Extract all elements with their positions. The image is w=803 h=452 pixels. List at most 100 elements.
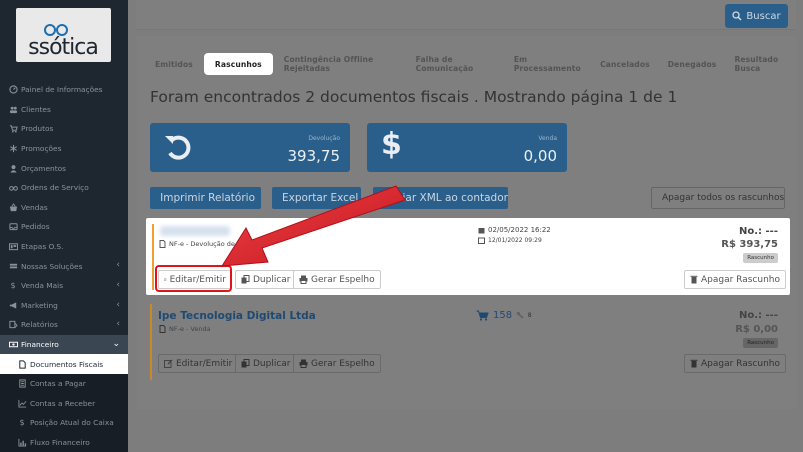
tab-falha-comunicacao[interactable]: Falha de Comunicação (407, 53, 505, 75)
items-count: 158 (493, 310, 513, 321)
sidebar-item-label: Posição Atual do Caixa (30, 418, 114, 428)
sidebar-subitem-contas-receber[interactable]: Contas a Receber (0, 394, 128, 414)
search-button[interactable]: Buscar (725, 4, 788, 28)
money-icon (8, 340, 18, 350)
sidebar-item-pedidos[interactable]: Pedidos (0, 217, 128, 237)
sidebar-item-ordens[interactable]: Ordens de Serviço (0, 178, 128, 198)
delete-draft-label: Apagar Rascunho (701, 358, 781, 369)
sidebar-subitem-documentos-fiscais[interactable]: Documentos Fiscais (0, 354, 128, 374)
chevron-left-icon: ‹ (116, 299, 120, 310)
brand-logo[interactable]: ssótica (16, 8, 111, 62)
tab-contingencia[interactable]: Contingência Offline Rejeitadas (275, 53, 407, 75)
document-date-secondary: 12/01/2022 09:29 (478, 237, 542, 244)
print-icon (299, 359, 308, 368)
sidebar-item-solucoes[interactable]: Nossas Soluções ‹ (0, 256, 128, 276)
sidebar-item-etapas[interactable]: Etapas O.S. (0, 237, 128, 257)
svg-text:ssótica: ssótica (28, 35, 98, 60)
sidebar-subitem-fluxo[interactable]: Fluxo Financeiro (0, 433, 128, 452)
sidebar-item-promocoes[interactable]: Promoções (0, 139, 128, 159)
board-icon (8, 242, 18, 252)
document-row: Ipe Tecnologia Digital Ltda NF-e - Venda… (146, 304, 790, 380)
sidebar-item-venda-mais[interactable]: $ Venda Mais ‹ (0, 276, 128, 296)
chevron-left-icon: ‹ (116, 260, 120, 271)
tab-denegados[interactable]: Denegados (659, 53, 726, 75)
stat-label: Devolução (308, 135, 340, 142)
chevron-left-icon: ‹ (116, 279, 120, 290)
sidebar-item-financeiro[interactable]: Financeiro ⌄ (0, 334, 128, 355)
asterisk-icon (8, 144, 18, 154)
wrench-icon: 🔧︎ (516, 312, 524, 319)
copy-icon (241, 275, 250, 284)
sidebar-item-label: Promoções (21, 144, 62, 154)
chart-line-icon (17, 398, 27, 408)
sidebar-item-orcamentos[interactable]: Orçamentos (0, 158, 128, 178)
status-badge: Rascunho (743, 253, 778, 263)
tools-count: 8 (527, 312, 532, 319)
sidebar-item-label: Contas a Receber (30, 398, 96, 408)
edit-emit-label: Editar/Emitir (176, 358, 233, 369)
sidebar-subitem-contas-pagar[interactable]: Contas a Pagar (0, 374, 128, 394)
users-icon (8, 104, 18, 114)
send-xml-button[interactable]: Enviar XML ao contador (373, 187, 508, 209)
sidebar-menu: Painel de Informações Clientes Produtos … (0, 80, 128, 452)
duplicate-label: Duplicar (253, 358, 291, 369)
items-summary: 158 🔧︎ 8 (476, 310, 532, 321)
bar-chart-icon (17, 437, 27, 447)
highlight-box (155, 265, 232, 292)
print-report-button[interactable]: Imprimir Relatório (150, 187, 261, 209)
edit-icon (164, 359, 173, 368)
sidebar-item-relatorios[interactable]: Relatórios ‹ (0, 315, 128, 335)
edit-emit-button[interactable]: Editar/Emitir (158, 354, 239, 373)
generate-mirror-button[interactable]: Gerar Espelho (293, 354, 381, 373)
tab-em-processamento[interactable]: Em Processamento (505, 53, 591, 75)
sidebar-item-painel[interactable]: Painel de Informações (0, 80, 128, 100)
sidebar-item-marketing[interactable]: Marketing ‹ (0, 296, 128, 316)
customer-name[interactable]: Ipe Tecnologia Digital Ltda (158, 310, 316, 322)
duplicate-button[interactable]: Duplicar (235, 270, 297, 289)
tab-emitidos[interactable]: Emitidos (146, 53, 202, 75)
glasses-icon (8, 183, 18, 193)
sidebar-item-label: Etapas O.S. (21, 242, 64, 252)
delete-all-drafts-button[interactable]: Apagar todos os rascunhos (651, 187, 785, 209)
sidebar-item-clientes[interactable]: Clientes (0, 100, 128, 120)
export-excel-button[interactable]: Exportar Excel (272, 187, 361, 209)
sidebar-item-produtos[interactable]: Produtos (0, 119, 128, 139)
delete-draft-button[interactable]: Apagar Rascunho (684, 270, 787, 289)
document-date-label: 02/05/2022 16:22 (488, 226, 551, 234)
export-excel-label: Exportar Excel (282, 192, 359, 204)
calculator-icon (8, 163, 18, 173)
cart-icon (476, 310, 489, 321)
tab-cancelados[interactable]: Cancelados (591, 53, 659, 75)
sidebar: ssótica Painel de Informações Clientes P… (0, 0, 128, 452)
sidebar-item-label: Marketing (21, 300, 58, 310)
document-icon (159, 240, 166, 248)
document-number: No.: --- (739, 310, 778, 321)
customer-name-redacted (160, 226, 230, 236)
sidebar-item-label: Orçamentos (21, 163, 66, 173)
dollar-icon: $ (10, 281, 16, 291)
tab-rascunhos[interactable]: Rascunhos (203, 53, 273, 75)
trash-icon (690, 275, 698, 284)
dollar-icon: $ (381, 127, 402, 162)
generate-mirror-button[interactable]: Gerar Espelho (293, 270, 381, 289)
sidebar-item-label: Venda Mais (21, 281, 64, 291)
sidebar-item-label: Financeiro (21, 340, 59, 350)
sidebar-item-label: Contas a Pagar (30, 379, 86, 389)
duplicate-button[interactable]: Duplicar (235, 354, 297, 373)
sidebar-item-label: Nossas Soluções (21, 261, 83, 271)
sidebar-item-label: Fluxo Financeiro (30, 437, 90, 447)
stat-venda: $ Venda 0,00 (367, 123, 567, 172)
dollar-icon: $ (19, 418, 25, 428)
row-accent-bar (152, 224, 154, 290)
logo-graphic: ssótica (28, 24, 99, 60)
sidebar-item-label: Produtos (21, 124, 54, 134)
sidebar-item-label: Documentos Fiscais (30, 359, 104, 369)
delete-draft-button[interactable]: Apagar Rascunho (684, 354, 787, 373)
results-summary: Foram encontrados 2 documentos fiscais .… (150, 88, 678, 106)
row-accent-bar (150, 304, 152, 380)
tab-resultado-busca[interactable]: Resultado Busca (725, 53, 803, 75)
sidebar-item-vendas[interactable]: Vendas (0, 198, 128, 218)
sidebar-subitem-posicao-caixa[interactable]: $ Posição Atual do Caixa (0, 413, 128, 433)
chevron-left-icon: ‹ (116, 319, 120, 330)
print-report-label: Imprimir Relatório (160, 192, 255, 204)
